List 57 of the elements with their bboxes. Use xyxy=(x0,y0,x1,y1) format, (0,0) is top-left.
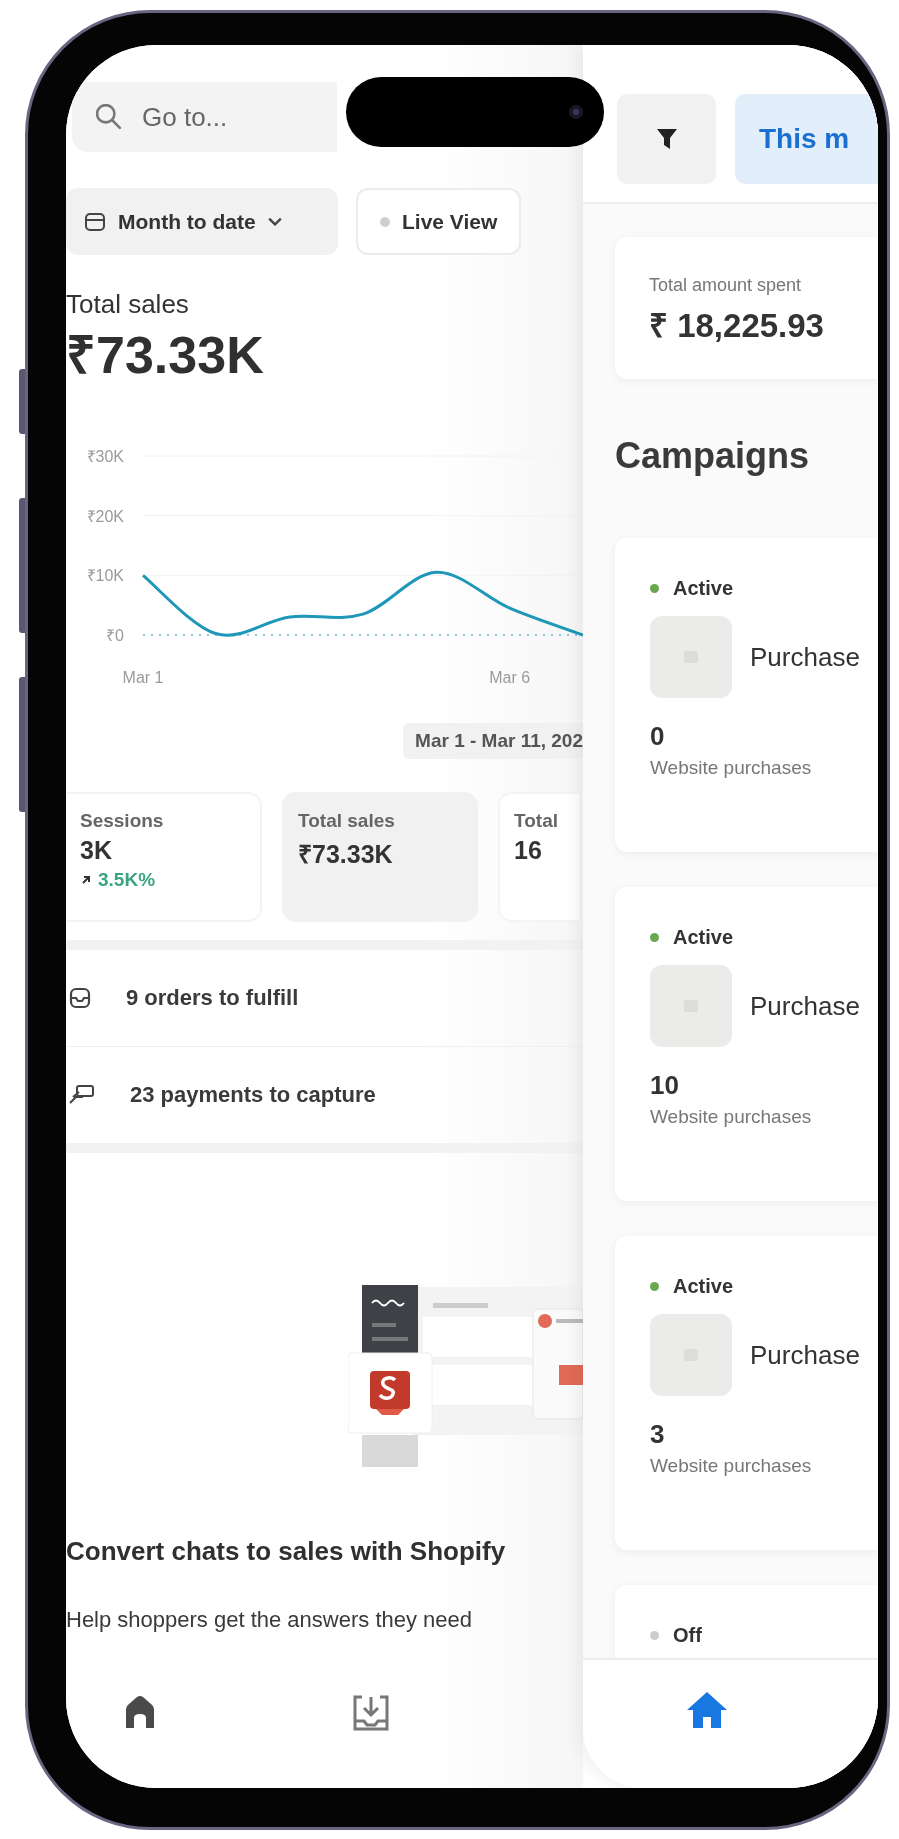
campaign-name: Purchase xyxy=(750,641,860,673)
campaign-card[interactable]: Off xyxy=(615,1585,878,1658)
chevron-down-icon xyxy=(267,217,282,226)
total-spent-label: Total amount spent xyxy=(649,275,803,296)
total-sales-value: ₹73.33K xyxy=(66,325,265,385)
y-axis-label: ₹0 xyxy=(106,627,124,644)
total-sales-label: Total sales xyxy=(66,289,190,319)
x-axis-label: Mar 1 xyxy=(122,669,164,686)
metric-label: Website purchases xyxy=(650,756,813,780)
campaign-status: Active xyxy=(673,576,734,600)
purchase-count: 10 xyxy=(650,1071,680,1099)
campaign-name: Purchase xyxy=(750,1339,860,1371)
y-axis-label: ₹20K xyxy=(86,507,124,525)
promo-title: Convert chats to sales with Shopify xyxy=(66,1535,507,1567)
purchase-count: 3 xyxy=(650,1420,666,1448)
metric-label: Total xyxy=(514,810,559,832)
campaign-card[interactable]: Active Purchase 3 Website purchases xyxy=(615,1236,878,1550)
promo-text: Help shoppers get the answers they need xyxy=(66,1607,474,1633)
date-range-label: Mar 1 - Mar 11, 202 xyxy=(403,723,583,759)
calendar-icon xyxy=(84,210,106,233)
total-spent-value: ₹ 18,225.93 xyxy=(649,306,825,346)
task-link[interactable]: 23 payments to capture xyxy=(130,1082,376,1108)
metric-tile[interactable]: Sessions 3K 3.5K% xyxy=(66,792,262,922)
campaign-name: Purchase xyxy=(750,990,860,1022)
filter-icon xyxy=(655,127,678,151)
metric-change: 3.5K% xyxy=(98,869,156,891)
metric-value: ₹73.33K xyxy=(298,839,394,870)
y-axis-label: ₹10K xyxy=(86,567,124,585)
metric-label: Total sales xyxy=(298,810,396,832)
date-range-chip[interactable]: This m xyxy=(735,94,878,184)
campaign-status: Active xyxy=(673,1274,734,1298)
dot-icon xyxy=(380,216,390,227)
campaign-status: Off xyxy=(673,1623,702,1647)
metric-label: Website purchases xyxy=(650,1105,813,1129)
task-link[interactable]: 9 orders to fulfill xyxy=(126,985,299,1011)
campaigns-heading: Campaigns xyxy=(615,434,811,478)
y-axis-label: ₹30K xyxy=(86,448,124,465)
metric-label: Website purchases xyxy=(650,1454,813,1478)
campaign-card[interactable]: Active Purchase 10 Website purchases xyxy=(615,887,878,1201)
purchase-count: 0 xyxy=(650,722,666,750)
date-filter-button[interactable]: Month to date xyxy=(66,188,338,255)
metric-value: 3K xyxy=(80,836,113,865)
tray-icon xyxy=(68,986,92,1010)
metric-tile[interactable]: Total sales ₹73.33K xyxy=(282,792,478,922)
home-icon[interactable] xyxy=(123,1694,157,1730)
home-icon[interactable] xyxy=(685,1690,729,1730)
metric-value: 16 xyxy=(514,836,543,865)
x-axis-label: Mar 6 xyxy=(489,669,531,686)
metric-label: Sessions xyxy=(80,810,165,832)
campaign-card[interactable]: Active Purchase 0 Website purchases xyxy=(615,538,878,852)
search-field[interactable]: Go to... xyxy=(72,82,337,152)
arrow-up-right-icon xyxy=(80,874,92,886)
live-view-button[interactable]: Live View xyxy=(356,188,522,255)
metric-tile[interactable]: Total 16 xyxy=(498,792,579,922)
camera-icon xyxy=(568,104,584,120)
campaign-status: Active xyxy=(673,925,734,949)
inbox-download-icon[interactable] xyxy=(352,1694,390,1732)
